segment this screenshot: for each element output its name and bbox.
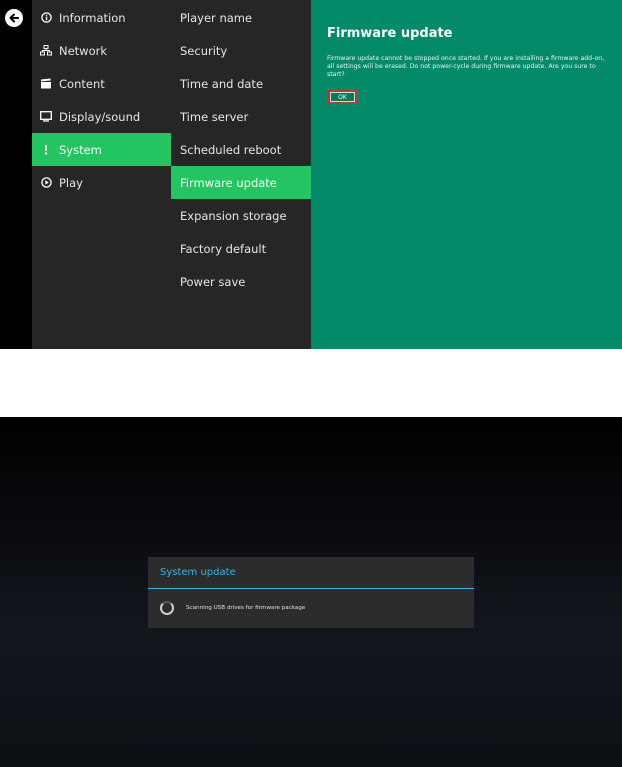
sub-item-time-server[interactable]: Time server [171, 100, 311, 133]
ok-button[interactable]: OK [327, 90, 358, 104]
sub-item-scheduled-reboot[interactable]: Scheduled reboot [171, 133, 311, 166]
sub-item-time-and-date[interactable]: Time and date [171, 67, 311, 100]
back-button[interactable] [5, 9, 23, 27]
system-update-dialog: System update Scanning USB drives for fi… [148, 557, 474, 628]
ok-button-label: OK [330, 92, 355, 102]
sub-item-security[interactable]: Security [171, 34, 311, 67]
system-update-screen: System update Scanning USB drives for fi… [0, 417, 622, 767]
info-icon [40, 12, 52, 24]
menu-item-display-sound[interactable]: Display/sound [32, 100, 171, 133]
panel-message: Firmware update cannot be stopped once s… [327, 55, 605, 78]
menu-item-label: Information [59, 10, 126, 25]
menu-item-label: Content [59, 76, 105, 91]
back-rail [0, 0, 32, 349]
menu-item-content[interactable]: Content [32, 67, 171, 100]
sub-item-label: Factory default [180, 241, 267, 256]
main-menu: Information Network Content Display/soun… [32, 0, 171, 349]
sub-item-label: Power save [180, 274, 246, 289]
clapperboard-icon [40, 78, 52, 90]
sub-item-firmware-update[interactable]: Firmware update [171, 166, 311, 199]
menu-item-label: Play [59, 175, 83, 190]
arrow-left-icon [9, 13, 19, 23]
alert-icon [40, 144, 52, 156]
sub-item-label: Scheduled reboot [180, 142, 282, 157]
monitor-icon [40, 111, 52, 123]
menu-item-label: System [59, 142, 102, 157]
sub-item-label: Security [180, 43, 228, 58]
sub-item-factory-default[interactable]: Factory default [171, 232, 311, 265]
menu-item-label: Network [59, 43, 108, 58]
dialog-divider [148, 588, 474, 589]
menu-item-information[interactable]: Information [32, 1, 171, 34]
sub-item-label: Expansion storage [180, 208, 287, 223]
dialog-title: System update [160, 567, 236, 578]
sub-item-expansion-storage[interactable]: Expansion storage [171, 199, 311, 232]
network-icon [40, 45, 52, 57]
sub-item-player-name[interactable]: Player name [171, 1, 311, 34]
panel-title: Firmware update [327, 26, 453, 41]
sub-item-label: Time server [180, 109, 249, 124]
menu-item-label: Display/sound [59, 109, 141, 124]
menu-item-network[interactable]: Network [32, 34, 171, 67]
sub-item-label: Firmware update [180, 175, 277, 190]
menu-item-system[interactable]: System [32, 133, 171, 166]
settings-screen: Information Network Content Display/soun… [0, 0, 622, 349]
play-icon [40, 177, 52, 189]
sub-item-label: Time and date [180, 76, 264, 91]
sub-item-label: Player name [180, 10, 253, 25]
menu-item-play[interactable]: Play [32, 166, 171, 199]
sub-item-power-save[interactable]: Power save [171, 265, 311, 298]
sub-menu: Player name Security Time and date Time … [171, 0, 311, 349]
loading-spinner-icon [160, 601, 174, 615]
firmware-update-panel: Firmware update Firmware update cannot b… [311, 0, 622, 349]
dialog-message: Scanning USB drives for firmware package [186, 605, 306, 611]
